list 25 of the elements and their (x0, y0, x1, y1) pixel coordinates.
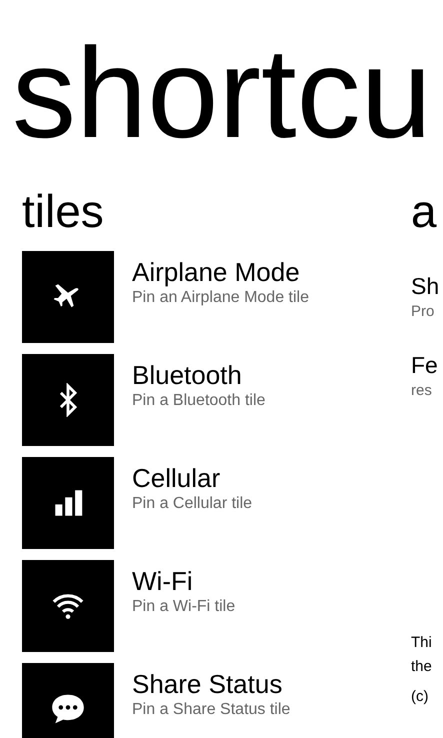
item-title: Share Status (132, 668, 284, 700)
shortcut-item[interactable]: Wi-Fi Pin a Wi-Fi tile (22, 560, 393, 652)
item-title: Cellular (132, 462, 222, 494)
note-text: (c) (411, 687, 430, 707)
section-heading: a (411, 184, 438, 239)
item-subtitle: Pin an Airplane Mode tile (132, 288, 309, 308)
item-title: Airplane Mode (132, 256, 301, 288)
item-subtitle: res (411, 381, 433, 401)
page-title: shortcu (11, 21, 433, 158)
item-subtitle: Pin a Share Status tile (132, 700, 290, 720)
section-heading: tiles (22, 184, 105, 239)
item-subtitle: Pin a Cellular tile (132, 494, 252, 514)
item-title: Wi-Fi (132, 565, 194, 597)
note-text: the (411, 657, 433, 677)
item-subtitle: Pro (411, 302, 436, 322)
shortcut-item[interactable]: Bluetooth Pin a Bluetooth tile (22, 354, 393, 446)
item-title: Bluetooth (132, 359, 243, 391)
shortcut-item[interactable]: Cellular Pin a Cellular tile (22, 457, 393, 549)
item-title: Fe (411, 351, 439, 380)
item-title: Sh (411, 272, 440, 301)
item-subtitle: Pin a Bluetooth tile (132, 391, 266, 411)
note-text: Thi (411, 633, 433, 653)
shortcut-item[interactable]: Share Status Pin a Share Status tile (22, 663, 393, 738)
item-subtitle: Pin a Wi-Fi tile (132, 597, 236, 617)
shortcut-item[interactable]: Airplane Mode Pin an Airplane Mode tile (22, 251, 393, 343)
